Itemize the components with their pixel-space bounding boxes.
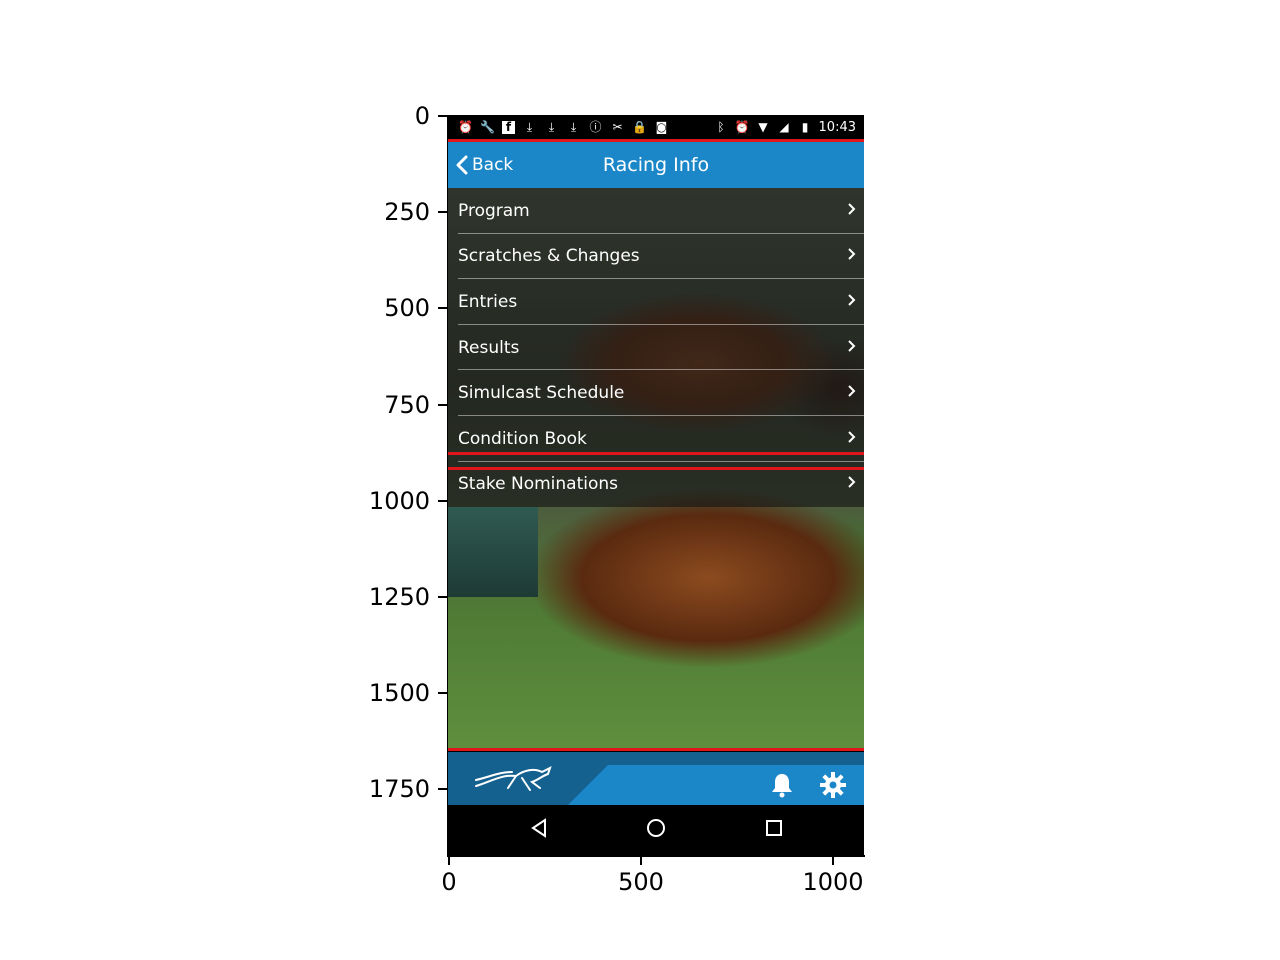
signal-icon: ◢ — [779, 119, 789, 134]
tools-icon: ✂ — [612, 119, 623, 134]
y-tick-label: 1000 — [368, 487, 430, 515]
menu-item-label: Simulcast Schedule — [458, 383, 625, 404]
menu-item-label: Scratches & Changes — [458, 246, 640, 267]
chevron-right-icon — [847, 383, 856, 403]
info-icon: ⓘ — [589, 119, 602, 134]
menu-item-results[interactable]: Results — [448, 324, 864, 371]
menu-item-label: Condition Book — [458, 428, 587, 449]
wrench-icon: 🔧 — [480, 119, 495, 134]
x-tick-label: 1000 — [802, 868, 864, 896]
back-label: Back — [472, 155, 514, 175]
menu-item-program[interactable]: Program — [448, 188, 864, 234]
bottom-bar — [448, 752, 864, 805]
menu-item-label: Entries — [458, 291, 518, 312]
android-nav-bar — [448, 805, 864, 855]
recents-square-icon[interactable] — [764, 817, 784, 843]
y-tick — [438, 500, 447, 502]
home-circle-icon[interactable] — [645, 817, 667, 843]
starting-gate-image — [448, 507, 538, 597]
y-tick-label: 250 — [384, 198, 430, 226]
y-tick-label: 500 — [384, 294, 430, 322]
y-tick — [438, 404, 447, 406]
back-button[interactable]: Back — [456, 142, 513, 188]
download-icon: ⤓ — [526, 119, 533, 134]
x-tick — [832, 856, 834, 865]
x-tick — [448, 856, 450, 865]
chevron-right-icon — [847, 201, 856, 221]
chevron-right-icon — [847, 338, 856, 358]
y-tick-label: 1500 — [368, 679, 430, 707]
menu-item-simulcast-schedule[interactable]: Simulcast Schedule — [448, 370, 864, 416]
download-icon: ⤓ — [548, 119, 555, 134]
menu-item-scratches-changes[interactable]: Scratches & Changes — [448, 233, 864, 280]
y-tick-label: 1250 — [368, 583, 430, 611]
highlight-line — [448, 467, 864, 470]
y-tick — [438, 596, 447, 598]
y-tick-label: 0 — [414, 102, 430, 130]
status-bar: ⏰ 🔧 f ⤓ ⤓ ⤓ ⓘ ✂ 🔒 ◙ ᛒ ⏰ ▼ ◢ ▮ 10:43 — [448, 115, 864, 139]
y-tick-label: 1750 — [368, 775, 430, 803]
battery-icon: ▮ — [801, 119, 809, 134]
download-icon: ⤓ — [570, 119, 577, 134]
gear-icon[interactable] — [820, 772, 846, 802]
highlight-line — [448, 748, 864, 751]
alarm-icon: ⏰ — [734, 119, 750, 134]
facebook-icon: f — [502, 120, 515, 134]
y-tick — [438, 692, 447, 694]
back-triangle-icon[interactable] — [530, 817, 548, 843]
wifi-icon: ▼ — [758, 119, 768, 134]
y-tick — [438, 211, 447, 213]
phone-screen: ⏰ 🔧 f ⤓ ⤓ ⤓ ⓘ ✂ 🔒 ◙ ᛒ ⏰ ▼ ◢ ▮ 10:43 Back — [448, 115, 864, 855]
y-tick — [438, 788, 447, 790]
status-time: 10:43 — [818, 119, 856, 135]
x-tick-label: 500 — [618, 868, 664, 896]
bluetooth-icon: ᛒ — [717, 119, 725, 134]
y-tick-label: 750 — [384, 391, 430, 419]
x-tick — [640, 856, 642, 865]
lock-icon: 🔒 — [632, 119, 647, 134]
chevron-right-icon — [847, 429, 856, 449]
alarm-icon: ⏰ — [458, 119, 473, 134]
menu-item-label: Stake Nominations — [458, 474, 618, 495]
android-icon: ◙ — [655, 119, 668, 134]
horse-logo-icon — [472, 764, 558, 796]
highlight-line — [448, 452, 864, 455]
chevron-left-icon — [456, 155, 468, 175]
bell-icon[interactable] — [770, 772, 794, 802]
x-tick-label: 0 — [441, 868, 457, 896]
menu-item-label: Results — [458, 337, 520, 358]
chevron-right-icon — [847, 474, 856, 494]
chevron-right-icon — [847, 292, 856, 312]
x-axis-spine — [447, 855, 865, 857]
racing-info-menu: Program Scratches & Changes Entries Resu… — [448, 188, 864, 508]
app-bar: Back Racing Info — [448, 142, 864, 188]
chevron-right-icon — [847, 246, 856, 266]
y-tick — [438, 307, 447, 309]
y-tick — [438, 115, 447, 117]
menu-item-entries[interactable]: Entries — [448, 279, 864, 325]
menu-item-label: Program — [458, 200, 530, 221]
